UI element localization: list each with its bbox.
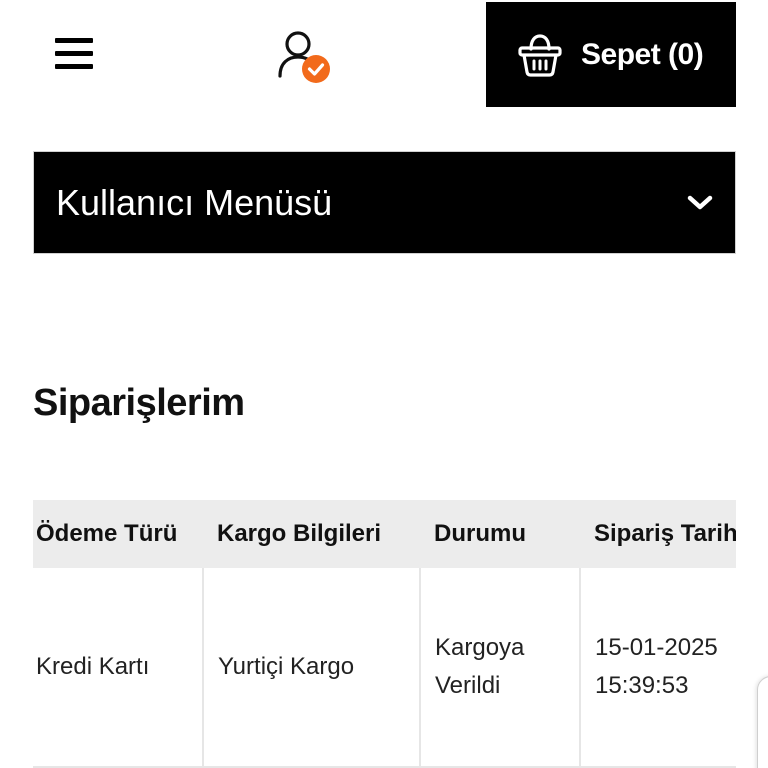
user-menu-label: Kullanıcı Menüsü	[56, 181, 333, 223]
shopping-basket-icon	[518, 33, 562, 77]
cart-button[interactable]: Sepet (0)	[486, 2, 736, 107]
order-time: 15:39:53	[595, 672, 689, 699]
table-row[interactable]: Kredi Kartı Yurtiçi Kargo Kargoya Verild…	[33, 568, 736, 768]
cart-count: (0)	[668, 37, 704, 71]
user-verified-icon[interactable]	[276, 30, 336, 86]
check-badge-icon	[302, 55, 330, 83]
status-line: Verildi	[435, 672, 501, 699]
chevron-down-icon	[687, 195, 713, 209]
user-icon	[278, 31, 330, 83]
hamburger-bar	[55, 51, 93, 56]
hamburger-bar	[55, 64, 93, 69]
orders-table: Ödeme Türü Kargo Bilgileri Durumu Sipari…	[33, 500, 736, 768]
cell-date: 15-01-2025 15:39:53	[580, 568, 736, 768]
table-header-row: Ödeme Türü Kargo Bilgileri Durumu Sipari…	[33, 500, 736, 568]
column-header-date: Sipariş Tarih	[580, 500, 736, 568]
cell-status: Kargoya Verildi	[420, 568, 581, 768]
hamburger-menu-icon[interactable]	[55, 36, 95, 72]
user-menu-dropdown[interactable]: Kullanıcı Menüsü	[33, 151, 736, 254]
status-line: Kargoya	[435, 634, 525, 661]
page: Sepet (0) Kullanıcı Menüsü Siparişlerim …	[0, 0, 768, 768]
hamburger-bar	[55, 38, 93, 43]
cart-label: Sepet (0)	[581, 37, 704, 71]
column-header-shipping: Kargo Bilgileri	[203, 500, 420, 568]
page-title: Siparişlerim	[33, 382, 245, 424]
column-header-status: Durumu	[420, 500, 580, 568]
cell-payment: Kredi Kartı	[33, 568, 204, 768]
cell-shipping: Yurtiçi Kargo	[203, 568, 421, 768]
floating-widget-edge[interactable]	[757, 676, 768, 768]
order-date: 15-01-2025	[595, 634, 718, 661]
column-header-payment: Ödeme Türü	[33, 500, 203, 568]
